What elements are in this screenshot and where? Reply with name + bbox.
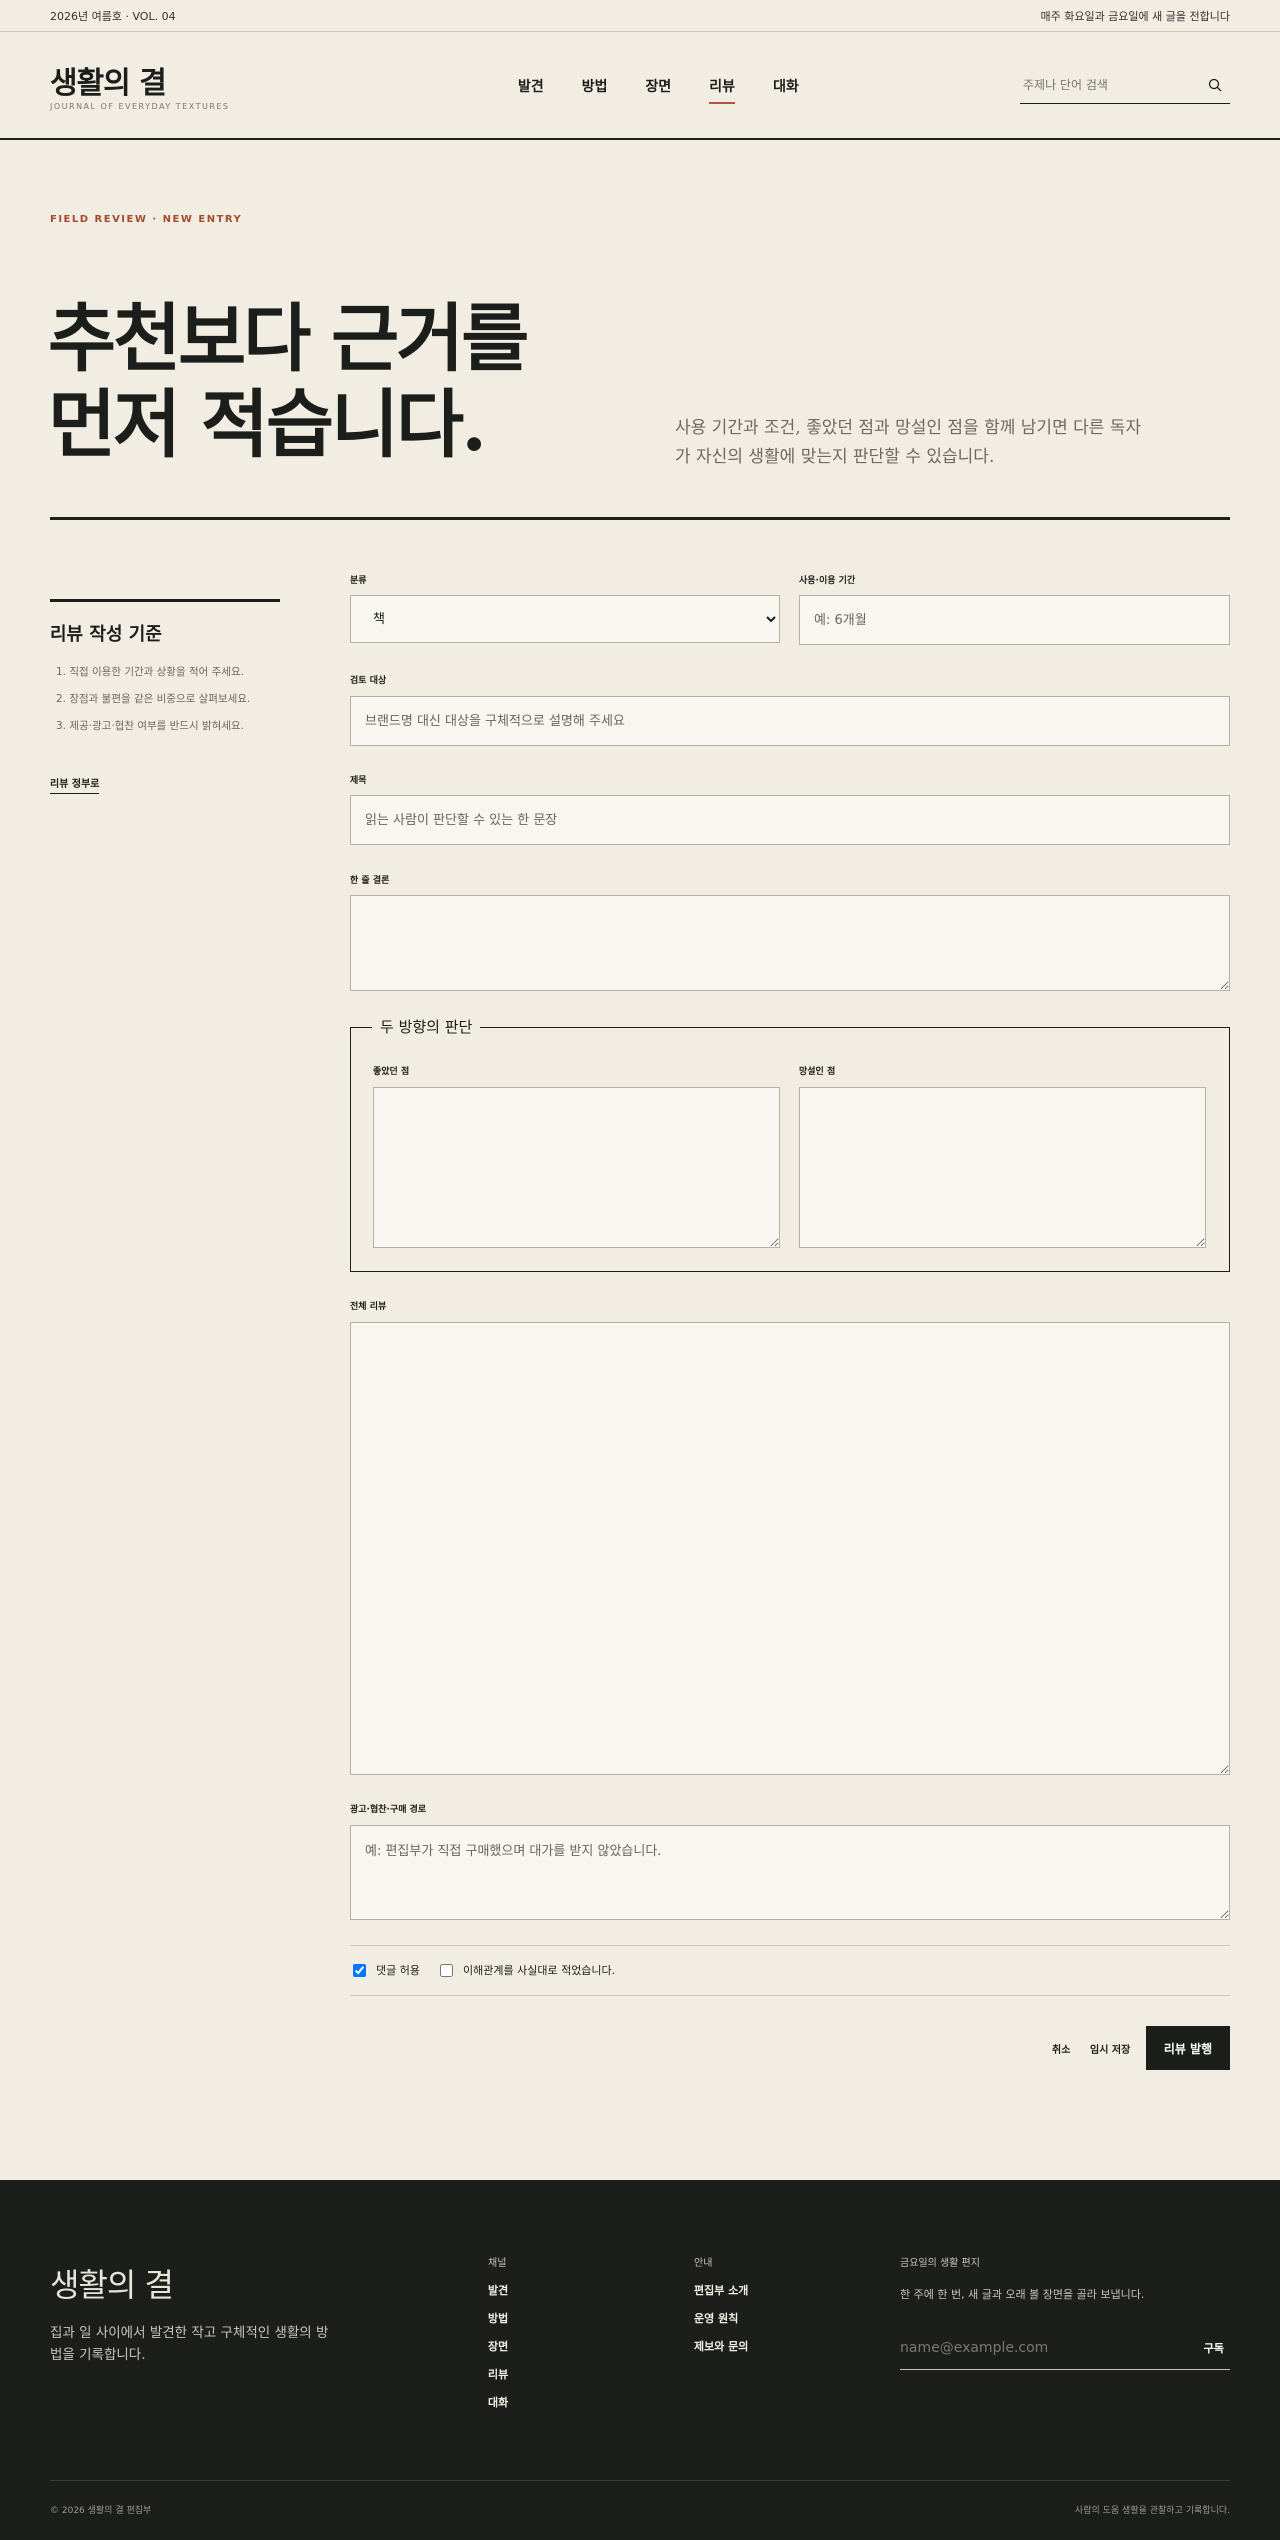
conflict-disclosure-checkbox[interactable]: [440, 1963, 453, 1977]
good-points-label: 좋았던 점: [373, 1067, 410, 1077]
options-divider-bottom: [350, 1995, 1230, 1996]
schedule-notice: 매주 화요일과 금요일에 새 글을 전합니다: [1040, 10, 1230, 23]
summary-label: 한 줄 결론: [350, 876, 390, 886]
footer-info-link[interactable]: 편집부 소개: [694, 2282, 748, 2310]
page-title: 추천보다 근거를 먼저 적습니다.: [48, 296, 529, 468]
conflict-disclosure-label: 이해관계를 사실대로 적었습니다.: [463, 1964, 616, 1977]
nav-item-method[interactable]: 방법: [582, 76, 608, 104]
nav-item-scene[interactable]: 장면: [646, 76, 672, 104]
nav-item-discover[interactable]: 발견: [518, 76, 544, 104]
options-divider-top: [350, 1945, 1230, 1946]
section-eyebrow: FIELD REVIEW · NEW ENTRY: [50, 214, 243, 225]
save-draft-button[interactable]: 임시 저장: [1090, 2041, 1130, 2056]
footer-channel-link[interactable]: 장면: [488, 2338, 508, 2366]
footer-info-link[interactable]: 운영 원칙: [694, 2310, 748, 2338]
site-footer: 생활의 결 집과 일 사이에서 발견한 작고 구체적인 생활의 방법을 기록합니…: [0, 2180, 1280, 2540]
search-icon[interactable]: [1208, 78, 1222, 92]
footer-description: 집과 일 사이에서 발견한 작고 구체적인 생활의 방법을 기록합니다.: [50, 2325, 329, 2363]
footer-copyright: © 2026 생활의 결 편집부: [50, 2506, 152, 2516]
main-nav: 발견 방법 장면 리뷰 대화: [518, 76, 837, 104]
site-logo[interactable]: 생활의 결: [50, 58, 167, 102]
sidebar-divider: [50, 599, 280, 602]
allow-comments-label: 댓글 허용: [376, 1964, 420, 1977]
publish-review-button[interactable]: 리뷰 발행: [1146, 2026, 1230, 2070]
allow-comments-option[interactable]: 댓글 허용: [353, 1962, 420, 1978]
guideline-item: 3. 제공·광고·협찬 여부를 반드시 밝혀세요.: [56, 720, 244, 732]
subscribe-button[interactable]: 구독: [1204, 2340, 1224, 2356]
category-label: 분류: [350, 576, 367, 586]
target-input[interactable]: [350, 696, 1230, 746]
good-points-textarea[interactable]: [373, 1087, 780, 1248]
review-policy-link[interactable]: 리뷰 정부로: [50, 775, 100, 794]
footer-divider: [50, 2480, 1230, 2481]
footer-channel-link[interactable]: 대화: [488, 2394, 508, 2422]
footer-info-heading: 안내: [694, 2258, 713, 2269]
top-bar: 2026년 여름호 · VOL. 04 매주 화요일과 금요일에 새 글을 전합…: [0, 0, 1280, 32]
footer-channel-heading: 채널: [488, 2258, 507, 2269]
site-header: 생활의 결 JOURNAL OF EVERYDAY TEXTURES 발견 방법…: [0, 32, 1280, 140]
newsletter-email-input[interactable]: [900, 2330, 1160, 2366]
footer-info-list: 편집부 소개 운영 원칙 제보와 문의: [694, 2282, 748, 2366]
period-label: 사용·이용 기간: [799, 576, 856, 586]
nav-item-review[interactable]: 리뷰: [709, 76, 735, 104]
page-title-line-2: 먼저 적습니다.: [48, 382, 487, 468]
disclosure-label: 광고·협찬·구매 경로: [350, 1805, 427, 1815]
category-select[interactable]: 책: [350, 595, 780, 643]
footer-logo[interactable]: 생활의 결: [50, 2260, 174, 2306]
site-logo-subtitle: JOURNAL OF EVERYDAY TEXTURES: [50, 102, 230, 111]
cancel-button[interactable]: 취소: [1052, 2041, 1070, 2056]
guideline-item: 1. 직접 이용한 기간과 상황을 적어 주세요.: [56, 666, 244, 678]
judgment-legend: 두 방향의 판단: [372, 1016, 481, 1037]
search-input[interactable]: [1020, 68, 1190, 102]
full-review-label: 전체 리뷰: [350, 1302, 387, 1312]
footer-tagline: 사람의 도움 생활을 관찰하고 기록합니다.: [1074, 2506, 1230, 2516]
full-review-textarea[interactable]: [350, 1322, 1230, 1775]
guideline-list: 1. 직접 이용한 기간과 상황을 적어 주세요. 2. 장점과 불편을 같은 …: [56, 664, 250, 745]
sidebar-title: 리뷰 작성 기준: [50, 624, 162, 645]
search-box: [1020, 68, 1230, 104]
footer-channel-link[interactable]: 방법: [488, 2310, 508, 2338]
title-input[interactable]: [350, 795, 1230, 845]
newsletter-description: 한 주에 한 번, 새 글과 오래 볼 장면을 골라 보냅니다.: [900, 2288, 1145, 2301]
hesitant-points-textarea[interactable]: [799, 1087, 1206, 1248]
newsletter-heading: 금요일의 생활 편지: [900, 2258, 980, 2269]
footer-channel-list: 발견 방법 장면 리뷰 대화: [488, 2282, 508, 2422]
footer-channel-link[interactable]: 리뷰: [488, 2366, 508, 2394]
hesitant-points-label: 망설인 점: [799, 1067, 836, 1077]
conflict-disclosure-option[interactable]: 이해관계를 사실대로 적었습니다.: [440, 1962, 615, 1978]
allow-comments-checkbox[interactable]: [353, 1963, 366, 1977]
footer-channel-link[interactable]: 발견: [488, 2282, 508, 2310]
guideline-item: 2. 장점과 불편을 같은 비중으로 살펴보세요.: [56, 693, 251, 705]
period-input[interactable]: [799, 595, 1230, 645]
issue-label: 2026년 여름호 · VOL. 04: [50, 10, 176, 23]
nav-item-conversation[interactable]: 대화: [773, 76, 799, 104]
page-description: 사용 기간과 조건, 좋았던 점과 망설인 점을 함께 남기면 다른 독자가 자…: [675, 418, 1142, 467]
disclosure-textarea[interactable]: [350, 1825, 1230, 1920]
page-title-line-1: 추천보다 근거를: [48, 296, 529, 382]
hero-divider: [50, 517, 1230, 520]
newsletter-form: 구독: [900, 2330, 1230, 2370]
footer-info-link[interactable]: 제보와 문의: [694, 2338, 748, 2366]
title-label: 제목: [350, 776, 367, 786]
target-label: 검토 대상: [350, 676, 387, 686]
summary-textarea[interactable]: [350, 895, 1230, 991]
